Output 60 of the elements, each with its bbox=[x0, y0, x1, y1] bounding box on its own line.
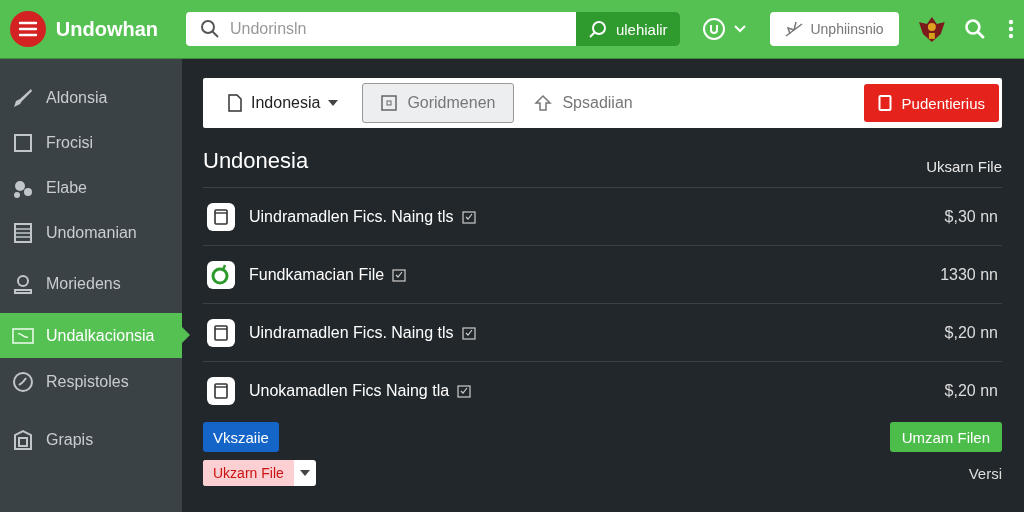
frame-icon bbox=[381, 95, 398, 111]
file-row[interactable]: Fundkamacian File 1330 nn bbox=[203, 246, 1002, 304]
sidebar-item[interactable]: Grapis bbox=[0, 406, 182, 474]
file-size: 1330 nn bbox=[940, 265, 998, 284]
file-icon bbox=[207, 202, 235, 231]
file-row[interactable]: Uindramadlen Fics. Naing tls $,20 nn bbox=[203, 304, 1002, 362]
danger-button[interactable]: Pudentierius bbox=[863, 84, 999, 122]
search-icon bbox=[587, 19, 608, 39]
menu-icon bbox=[17, 21, 38, 37]
search-button[interactable]: ulehialir bbox=[575, 12, 680, 46]
sidebar-item[interactable]: Frocisi bbox=[0, 120, 182, 165]
sidebar-item[interactable]: Respistoles bbox=[0, 358, 182, 406]
checkbox-icon bbox=[392, 267, 407, 282]
sidebar-item[interactable]: Undomanian bbox=[0, 210, 182, 255]
toolbar-button[interactable]: Goridmenen bbox=[362, 83, 515, 123]
menu-button[interactable] bbox=[10, 11, 46, 47]
section-title: Undonesia bbox=[203, 147, 309, 174]
file-icon bbox=[207, 377, 235, 405]
clock-icon bbox=[12, 371, 34, 393]
toolbar-button[interactable]: Spsadiian bbox=[532, 83, 635, 123]
file-size: $,20 nn bbox=[944, 323, 998, 342]
checkbox-icon bbox=[461, 325, 476, 340]
search-icon[interactable] bbox=[964, 18, 987, 40]
file-name: Fundkamacian File bbox=[249, 265, 385, 284]
file-row[interactable]: Uindramadlen Fics. Naing tls $,30 nn bbox=[203, 188, 1002, 246]
brush-icon bbox=[12, 86, 34, 109]
file-name: Unokamadlen Fics Naing tla bbox=[249, 382, 450, 400]
file-name: Uindramadlen Fics. Naing tls bbox=[249, 323, 454, 342]
chevron-icon bbox=[733, 25, 746, 33]
version-label: Versi bbox=[968, 464, 1002, 482]
sidebar-item[interactable]: Elabe bbox=[0, 165, 182, 210]
file-size: $,20 nn bbox=[944, 382, 998, 400]
list-icon bbox=[12, 221, 34, 244]
checkbox-icon bbox=[457, 384, 472, 398]
search-icon bbox=[200, 19, 220, 39]
secondary-button[interactable]: Vkszaiie bbox=[203, 422, 279, 452]
status-icon bbox=[701, 17, 726, 41]
house-icon bbox=[12, 429, 34, 451]
split-button[interactable]: Ukzarn File bbox=[203, 460, 316, 486]
clipboard-icon bbox=[877, 94, 892, 112]
caret-icon bbox=[328, 100, 339, 106]
search-field[interactable]: Undorinsln ulehialir bbox=[186, 12, 680, 46]
file-row[interactable]: Unokamadlen Fics Naing tla $,20 nn bbox=[203, 362, 1002, 420]
file-size: $,30 nn bbox=[944, 207, 998, 226]
column-label: Uksarn File bbox=[926, 158, 1002, 175]
action-button[interactable]: Unphiinsnio bbox=[769, 12, 899, 46]
caret-icon bbox=[299, 470, 310, 476]
checkbox-icon bbox=[461, 209, 476, 224]
country-dropdown[interactable]: Indonesia bbox=[221, 93, 345, 113]
square-icon bbox=[12, 131, 34, 154]
file-icon bbox=[227, 94, 243, 112]
file-name: Uindramadlen Fics. Naing tls bbox=[249, 207, 454, 226]
more-icon[interactable] bbox=[1008, 19, 1014, 39]
sidebar-item[interactable]: Aldonsia bbox=[0, 75, 182, 120]
user-icon bbox=[12, 273, 34, 295]
app-icon bbox=[207, 260, 235, 289]
app-name: Undowhan bbox=[55, 17, 158, 41]
sidebar-item[interactable]: Moriedens bbox=[0, 255, 182, 313]
upload-icon bbox=[534, 94, 553, 112]
file-icon bbox=[207, 318, 235, 347]
